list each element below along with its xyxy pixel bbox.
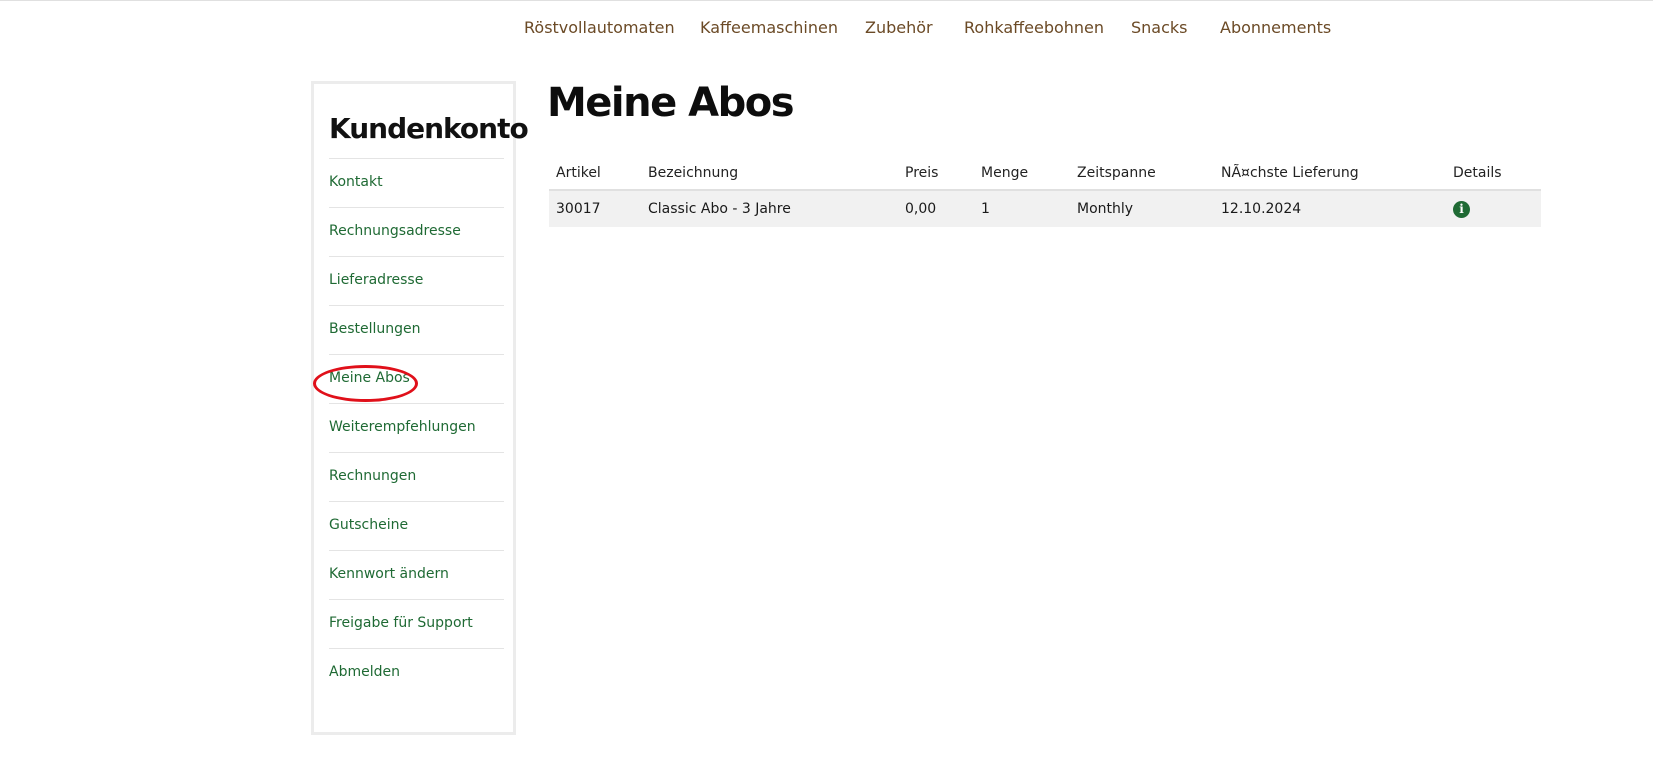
sidebar-item-rechnungen: Rechnungen <box>329 452 504 501</box>
cell-artikel: 30017 <box>549 190 641 227</box>
sidebar-link-gutscheine[interactable]: Gutscheine <box>329 517 408 533</box>
page-title: Meine Abos <box>547 80 795 126</box>
sidebar-item-lieferadresse: Lieferadresse <box>329 256 504 305</box>
sidebar-item-kontakt: Kontakt <box>329 158 504 207</box>
table-header-row: Artikel Bezeichnung Preis Menge Zeitspan… <box>549 156 1541 191</box>
account-sidebar: Kundenkonto Kontakt Rechnungsadresse Lie… <box>311 81 529 735</box>
subscriptions-table: Artikel Bezeichnung Preis Menge Zeitspan… <box>549 156 1541 227</box>
table-row: 30017 Classic Abo - 3 Jahre 0,00 1 Month… <box>549 190 1541 227</box>
top-divider <box>0 0 1653 1</box>
cell-details: i <box>1446 190 1541 227</box>
nav-item-roestvollautomaten[interactable]: Röstvollautomaten <box>524 15 675 41</box>
nav-item-snacks[interactable]: Snacks <box>1131 15 1188 41</box>
sidebar-link-bestellungen[interactable]: Bestellungen <box>329 321 421 337</box>
sidebar-menu: Kontakt Rechnungsadresse Lieferadresse B… <box>329 158 504 697</box>
sidebar-item-bestellungen: Bestellungen <box>329 305 504 354</box>
sidebar-item-gutscheine: Gutscheine <box>329 501 504 550</box>
top-navigation: Röstvollautomaten Kaffeemaschinen Zubehö… <box>0 15 1653 41</box>
sidebar-link-rechnungen[interactable]: Rechnungen <box>329 468 416 484</box>
sidebar-link-rechnungsadresse[interactable]: Rechnungsadresse <box>329 223 461 239</box>
sidebar-link-kennwort-aendern[interactable]: Kennwort ändern <box>329 566 449 582</box>
info-circle-icon[interactable]: i <box>1453 200 1470 218</box>
nav-item-abonnements[interactable]: Abonnements <box>1220 15 1331 41</box>
sidebar-item-abmelden: Abmelden <box>329 648 504 697</box>
nav-item-zubehoer[interactable]: Zubehör <box>865 15 933 41</box>
cell-preis: 0,00 <box>898 190 974 227</box>
nav-item-kaffeemaschinen[interactable]: Kaffeemaschinen <box>700 15 838 41</box>
column-header-naechste-lieferung: NÃ¤chste Lieferung <box>1214 156 1446 191</box>
sidebar-item-kennwort-aendern: Kennwort ändern <box>329 550 504 599</box>
sidebar-link-weiterempfehlungen[interactable]: Weiterempfehlungen <box>329 419 476 435</box>
sidebar-link-lieferadresse[interactable]: Lieferadresse <box>329 272 423 288</box>
sidebar-item-weiterempfehlungen: Weiterempfehlungen <box>329 403 504 452</box>
sidebar-title: Kundenkonto <box>329 112 529 145</box>
sidebar-link-kontakt[interactable]: Kontakt <box>329 174 383 190</box>
sidebar-link-freigabe-support[interactable]: Freigabe für Support <box>329 615 473 631</box>
column-header-preis: Preis <box>898 156 974 191</box>
column-header-bezeichnung: Bezeichnung <box>641 156 898 191</box>
cell-bezeichnung: Classic Abo - 3 Jahre <box>641 190 898 227</box>
cell-zeitspanne: Monthly <box>1070 190 1214 227</box>
column-header-zeitspanne: Zeitspanne <box>1070 156 1214 191</box>
cell-naechste-lieferung: 12.10.2024 <box>1214 190 1446 227</box>
sidebar-item-meine-abos: Meine Abos <box>329 354 504 403</box>
sidebar-link-meine-abos[interactable]: Meine Abos <box>329 370 410 386</box>
sidebar-item-freigabe-support: Freigabe für Support <box>329 599 504 648</box>
column-header-artikel: Artikel <box>549 156 641 191</box>
sidebar-item-rechnungsadresse: Rechnungsadresse <box>329 207 504 256</box>
sidebar-link-abmelden[interactable]: Abmelden <box>329 664 400 680</box>
column-header-menge: Menge <box>974 156 1070 191</box>
nav-item-rohkaffeebohnen[interactable]: Rohkaffeebohnen <box>964 15 1104 41</box>
column-header-details: Details <box>1446 156 1541 191</box>
cell-menge: 1 <box>974 190 1070 227</box>
